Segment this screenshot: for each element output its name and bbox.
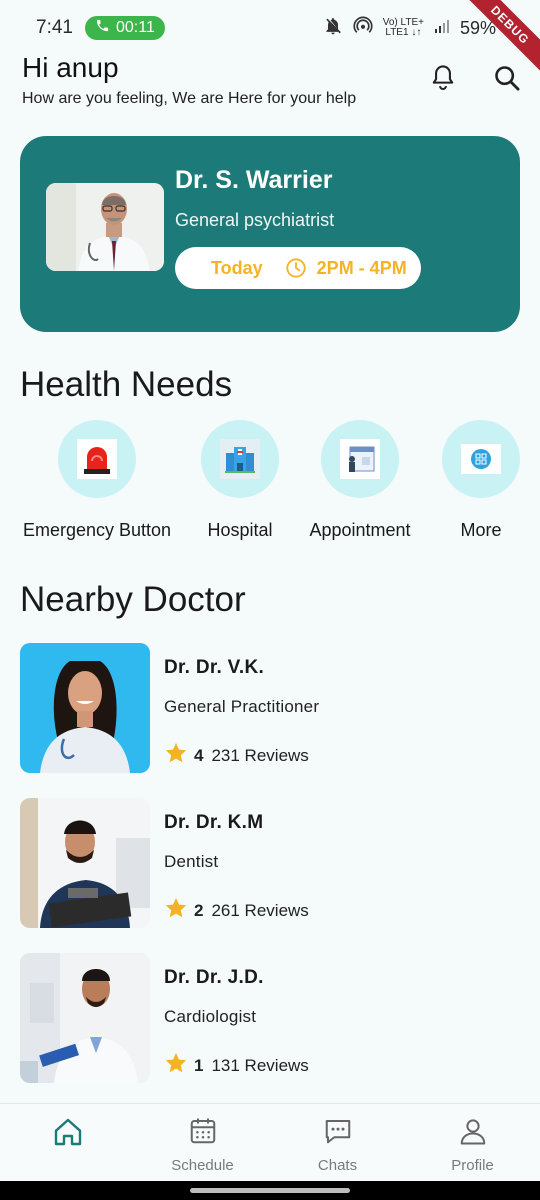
doctor-name: Dr. Dr. K.M [164,812,264,833]
nav-schedule[interactable]: Schedule [135,1104,270,1181]
nav-chats[interactable]: Chats [270,1104,405,1181]
health-need-label: Appointment [309,520,411,540]
doctor-specialty: General Practitioner [164,697,320,716]
more-services-icon [442,420,520,498]
gesture-handle[interactable] [190,1188,350,1193]
clock-icon [285,257,307,279]
nav-chats-label: Chats [317,1157,358,1174]
header-actions [428,64,522,96]
doctor-specialty: Dentist [164,852,219,871]
rating-value: 4 [194,745,204,765]
nav-profile-label: Profile [451,1157,494,1174]
health-need-more[interactable]: More [441,420,521,541]
doctor-photo [20,798,150,928]
health-need-appointment[interactable]: Appointment [305,420,415,541]
doctor-photo [20,953,150,1083]
rating-value: 1 [194,1055,204,1075]
call-timer: 00:11 [115,19,155,36]
health-need-emergency[interactable]: Emergency Button [20,420,174,541]
appointment-time-pill: Today 2PM - 4PM [175,247,421,289]
hotspot-icon [353,16,373,41]
bottom-navigation: Schedule Chats Profile [0,1103,540,1181]
doctor-name: Dr. Dr. V.K. [164,657,265,678]
health-need-label: Hospital [207,520,273,540]
ongoing-call-chip[interactable]: 00:11 [84,16,165,40]
health-needs-title: Health Needs [20,365,233,404]
doctor-rating: 1 131 Reviews [164,1051,309,1080]
network-bottom-label: LTE1 ↓↑ [385,27,422,38]
review-count: 231 Reviews [211,745,309,765]
doctor-photo [20,643,150,773]
doctor-list-item[interactable]: Dr. Dr. K.M Dentist 2 261 Reviews [20,798,520,930]
status-time: 7:41 [36,17,73,38]
appointment-time: 2PM - 4PM [316,257,407,278]
appointment-day: Today [211,257,263,278]
health-needs-list: Emergency Button Hospital Appointment Mo… [0,420,540,550]
hospital-icon [201,420,279,498]
appointment-doctor-specialty: General psychiatrist [175,210,335,230]
phone-icon [95,18,110,38]
doctor-list-item[interactable]: Dr. Dr. V.K. General Practitioner 4 231 … [20,643,520,775]
system-gesture-area [0,1181,540,1200]
doctor-rating: 4 231 Reviews [164,741,309,770]
doctor-name: Dr. Dr. J.D. [164,967,264,988]
emergency-siren-icon [58,420,136,498]
nearby-doctor-title: Nearby Doctor [20,580,246,619]
doctor-photo [46,183,164,271]
doctor-specialty: Cardiologist [164,1007,257,1026]
signal-icon [434,18,450,39]
health-need-hospital[interactable]: Hospital [200,420,280,541]
search-button[interactable] [492,64,522,96]
search-icon [493,64,521,97]
star-icon [164,896,188,925]
star-icon [164,741,188,770]
greeting-header: Hi anup How are you feeling, We are Here… [22,52,356,108]
doctor-list-item[interactable]: Dr. Dr. J.D. Cardiologist 1 131 Reviews [20,953,520,1085]
nav-schedule-label: Schedule [171,1157,234,1174]
review-count: 131 Reviews [211,1055,309,1075]
calendar-icon [188,1116,218,1151]
doctor-rating: 2 261 Reviews [164,896,309,925]
nav-profile[interactable]: Profile [405,1104,540,1181]
notifications-button[interactable] [428,64,458,96]
bell-icon [429,63,457,98]
nav-home[interactable] [0,1104,135,1181]
health-need-label: Emergency Button [22,520,172,540]
appointment-icon [321,420,399,498]
greeting-title: Hi anup [22,52,119,83]
chat-icon [323,1116,353,1151]
mute-icon [323,16,343,41]
rating-value: 2 [194,900,204,920]
user-icon [458,1116,488,1151]
status-bar: 7:41 00:11 Vo) LTE+ LTE1 ↓↑ 59% DEBUG [0,0,540,76]
home-icon [52,1116,84,1153]
review-count: 261 Reviews [211,900,309,920]
upcoming-appointment-card[interactable]: Dr. S. Warrier General psychiatrist Toda… [20,136,520,332]
network-indicator: Vo) LTE+ LTE1 ↓↑ [383,18,424,38]
greeting-subtitle: How are you feeling, We are Here for you… [22,90,357,107]
health-need-label: More [460,520,502,540]
appointment-doctor-name: Dr. S. Warrier [175,166,333,194]
star-icon [164,1051,188,1080]
